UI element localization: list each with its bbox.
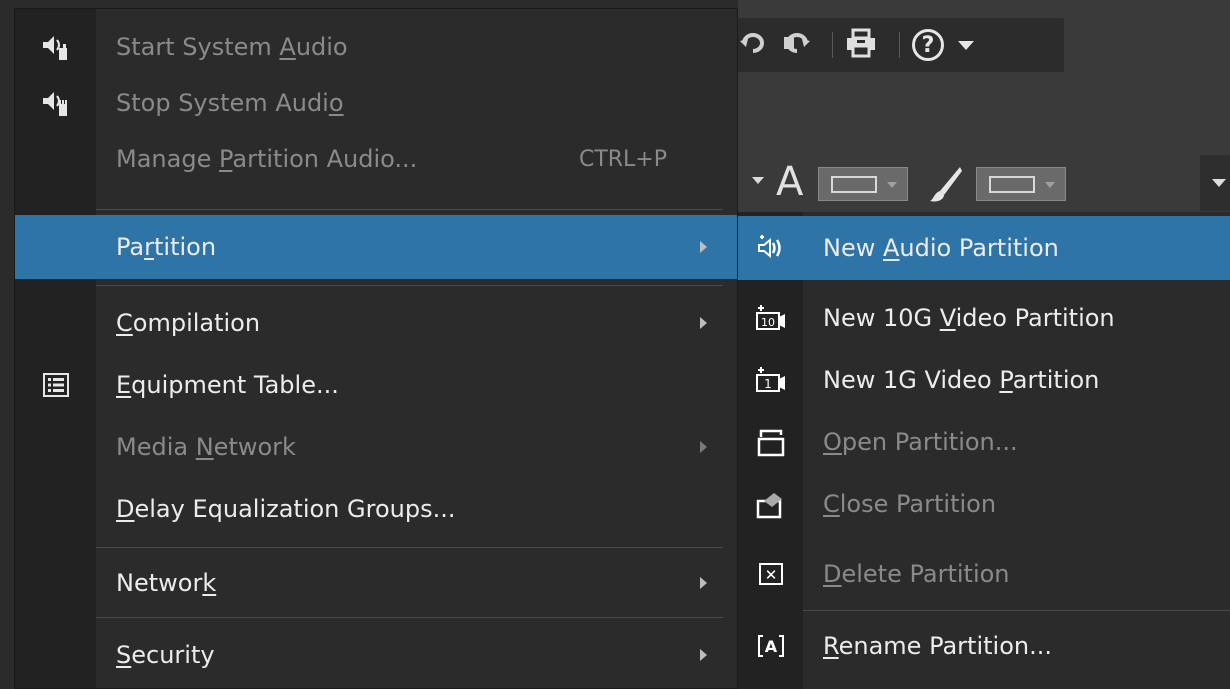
menu-item-delay-equalization-groups[interactable]: Delay Equalization Groups... xyxy=(15,481,737,537)
menu-item-compilation[interactable]: Compilation xyxy=(15,295,737,351)
svg-text:A: A xyxy=(764,637,777,656)
chevron-down-icon xyxy=(1212,179,1226,187)
partition-submenu: New Audio Partition 10 New 10G Video Par… xyxy=(738,212,1230,689)
rectangle-icon xyxy=(989,176,1035,193)
submenu-item-new-audio-partition[interactable]: New Audio Partition xyxy=(738,216,1230,280)
speaker-hand-icon xyxy=(15,19,96,75)
submenu-arrow-icon xyxy=(700,317,707,329)
menu-item-start-system-audio[interactable]: Start System Audio xyxy=(15,19,737,75)
list-icon xyxy=(15,357,96,413)
undo-icon[interactable] xyxy=(740,31,770,60)
toolbar-separator xyxy=(899,32,900,58)
line-color-swatch[interactable] xyxy=(976,167,1066,201)
menu-item-security[interactable]: Security xyxy=(15,627,737,683)
menu-item-manage-partition-audio[interactable]: Manage Partition Audio... CTRL+P xyxy=(15,131,737,187)
menu-divider xyxy=(96,285,723,286)
video-10g-icon: 10 xyxy=(738,290,803,346)
toolbar-overflow[interactable] xyxy=(1200,155,1230,211)
chevron-down-icon xyxy=(1045,182,1055,188)
submenu-item-rename-partition[interactable]: A Rename Partition... xyxy=(738,618,1230,674)
brush-icon[interactable] xyxy=(930,165,964,203)
video-1g-icon: 1 xyxy=(738,352,803,408)
submenu-divider xyxy=(803,610,1230,611)
svg-text:✕: ✕ xyxy=(764,566,777,584)
shortcut-label: CTRL+P xyxy=(578,146,667,172)
open-partition-icon xyxy=(738,414,803,470)
submenu-item-close-partition[interactable]: Close Partition xyxy=(738,476,1230,532)
menu-divider xyxy=(96,209,723,210)
rectangle-icon xyxy=(831,176,877,193)
menu-item-equipment-table[interactable]: Equipment Table... xyxy=(15,357,737,413)
print-icon[interactable] xyxy=(845,28,877,63)
menu-divider xyxy=(96,617,723,618)
format-toolbar: A xyxy=(738,155,1230,211)
delete-partition-icon: ✕ xyxy=(738,546,803,602)
submenu-item-new-1g-video-partition[interactable]: 1 New 1G Video Partition xyxy=(738,352,1230,408)
menu-divider xyxy=(96,547,723,548)
close-partition-icon xyxy=(738,476,803,532)
redo-icon[interactable] xyxy=(780,31,810,60)
text-tool-icon[interactable]: A xyxy=(776,159,803,205)
submenu-item-new-10g-video-partition[interactable]: 10 New 10G Video Partition xyxy=(738,290,1230,346)
menu-item-media-network[interactable]: Media Network xyxy=(15,419,737,475)
chevron-down-icon[interactable] xyxy=(752,177,764,184)
svg-text:1: 1 xyxy=(764,377,772,391)
submenu-item-open-partition[interactable]: Open Partition... xyxy=(738,414,1230,470)
menu-item-stop-system-audio[interactable]: Stop System Audio xyxy=(15,75,737,131)
toolbar-separator xyxy=(832,32,833,58)
help-icon[interactable]: ? xyxy=(912,29,944,61)
main-toolbar: ? xyxy=(738,18,1064,72)
fill-color-swatch[interactable] xyxy=(818,167,908,201)
submenu-arrow-icon xyxy=(700,241,707,253)
submenu-arrow-icon xyxy=(700,649,707,661)
chevron-down-icon xyxy=(887,182,897,188)
submenu-arrow-icon xyxy=(700,441,707,453)
dropdown-menu: Start System Audio Stop System Audio Man… xyxy=(14,8,738,689)
help-dropdown-icon[interactable] xyxy=(958,40,974,50)
speaker-stop-icon xyxy=(15,75,96,131)
submenu-arrow-icon xyxy=(700,577,707,589)
menu-item-network[interactable]: Network xyxy=(15,555,737,611)
rename-partition-icon: A xyxy=(738,618,803,674)
menu-item-partition[interactable]: Partition xyxy=(15,215,737,279)
svg-text:10: 10 xyxy=(761,316,775,329)
audio-partition-icon xyxy=(738,220,803,276)
submenu-item-delete-partition[interactable]: ✕ Delete Partition xyxy=(738,546,1230,602)
